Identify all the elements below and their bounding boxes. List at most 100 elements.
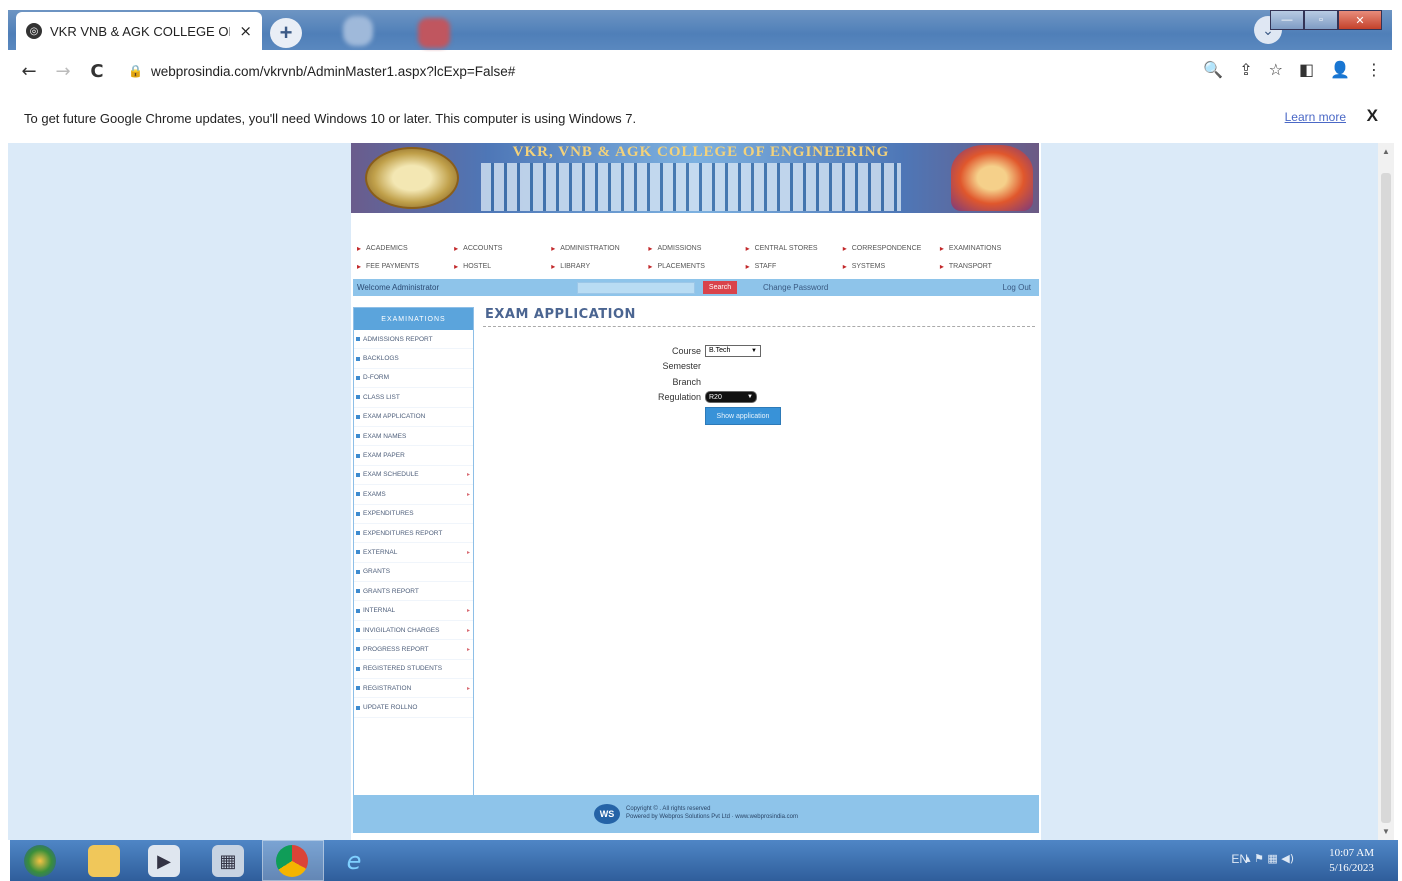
reload-icon[interactable]: C bbox=[84, 61, 110, 82]
side-panel-icon[interactable]: ◧ bbox=[1299, 60, 1314, 79]
bullet-icon bbox=[356, 434, 360, 439]
sidebar-item[interactable]: REGISTRATION ▸ bbox=[354, 679, 473, 699]
copyright-text: Copyright © . All rights reserved bbox=[626, 806, 711, 813]
bookmark-star-icon[interactable]: ☆ bbox=[1269, 60, 1283, 79]
sidebar-item-label: CLASS LIST bbox=[363, 393, 400, 401]
vertical-scrollbar[interactable]: ▲ ▼ bbox=[1378, 143, 1394, 840]
regulation-select[interactable]: R20 ▼ bbox=[705, 391, 757, 404]
forward-arrow-icon[interactable]: → bbox=[50, 61, 76, 82]
learn-more-link[interactable]: Learn more bbox=[1285, 110, 1346, 124]
url-field[interactable]: webprosindia.com/vkrvnb/AdminMaster1.asp… bbox=[151, 64, 515, 79]
tab-close-icon[interactable]: × bbox=[239, 22, 252, 40]
menu-item[interactable]: ▸ ACADEMICS bbox=[357, 244, 454, 253]
infobar-message: To get future Google Chrome updates, you… bbox=[24, 110, 637, 126]
menu-item[interactable]: ▸ TRANSPORT bbox=[940, 262, 1037, 271]
page-title: EXAM APPLICATION bbox=[485, 307, 636, 322]
scroll-up-icon[interactable]: ▲ bbox=[1382, 147, 1390, 156]
menu-item[interactable]: ▸ EXAMINATIONS bbox=[940, 244, 1037, 253]
file-explorer-icon[interactable] bbox=[88, 845, 120, 877]
menu-bullet-icon: ▸ bbox=[648, 243, 653, 253]
menu-item[interactable]: ▸ CENTRAL STORES bbox=[746, 244, 843, 253]
new-tab-button[interactable]: + bbox=[270, 18, 302, 48]
show-application-button[interactable]: Show application bbox=[705, 407, 781, 425]
branch-row: Branch bbox=[641, 374, 781, 390]
back-arrow-icon[interactable]: ← bbox=[16, 61, 42, 82]
course-select[interactable]: B.Tech ▼ bbox=[705, 344, 761, 357]
menu-kebab-icon[interactable]: ⋮ bbox=[1366, 60, 1382, 79]
bullet-icon bbox=[356, 492, 360, 497]
sidebar-item[interactable]: ADMISSIONS REPORT bbox=[354, 330, 473, 350]
profile-icon[interactable]: 👤 bbox=[1330, 60, 1350, 79]
scrollbar-thumb[interactable] bbox=[1381, 173, 1391, 823]
menu-bullet-icon: ▸ bbox=[357, 261, 362, 271]
sidebar-item[interactable]: UPDATE ROLLNO bbox=[354, 698, 473, 718]
maximize-button[interactable]: ▫ bbox=[1304, 10, 1338, 30]
menu-item[interactable]: ▸ PLACEMENTS bbox=[648, 262, 745, 271]
sidebar-item[interactable]: GRANTS REPORT bbox=[354, 582, 473, 602]
menu-item[interactable]: ▸ ADMINISTRATION bbox=[551, 244, 648, 253]
browser-titlebar: ◎ VKR VNB & AGK COLLEGE OF E × + ⌄ — ▫ ✕ bbox=[8, 10, 1392, 50]
network-app-icon[interactable]: ▦ bbox=[212, 845, 244, 877]
sidebar-item[interactable]: D-FORM bbox=[354, 369, 473, 389]
sidebar-item[interactable]: EXAM NAMES bbox=[354, 427, 473, 447]
menu-item-label: ACCOUNTS bbox=[463, 244, 503, 252]
menu-bullet-icon: ▸ bbox=[939, 243, 944, 253]
blurred-tab-icon bbox=[343, 16, 373, 46]
menu-item-label: STAFF bbox=[754, 262, 777, 270]
sidebar-item[interactable]: EXTERNAL ▸ bbox=[354, 543, 473, 563]
sidebar-item[interactable]: PROGRESS REPORT ▸ bbox=[354, 640, 473, 660]
share-icon[interactable]: ⇪ bbox=[1239, 60, 1252, 79]
menu-item[interactable]: ▸ SYSTEMS bbox=[843, 262, 940, 271]
semester-label: Semester bbox=[662, 361, 701, 372]
search-button[interactable]: Search bbox=[703, 281, 737, 294]
sidebar-item-label: EXAMS bbox=[363, 490, 386, 498]
menu-item[interactable]: ▸ FEE PAYMENTS bbox=[357, 262, 454, 271]
welcome-text: Welcome Administrator bbox=[357, 283, 440, 292]
sidebar-item[interactable]: REGISTERED STUDENTS bbox=[354, 660, 473, 680]
regulation-row: Regulation R20 ▼ bbox=[641, 390, 781, 406]
sidebar-item[interactable]: EXPENDITURES REPORT bbox=[354, 524, 473, 544]
start-button-icon[interactable] bbox=[24, 845, 56, 877]
menu-bullet-icon: ▸ bbox=[454, 243, 459, 253]
sidebar-item[interactable]: INTERNAL ▸ bbox=[354, 601, 473, 621]
sidebar-item[interactable]: EXAMS ▸ bbox=[354, 485, 473, 505]
logout-link[interactable]: Log Out bbox=[1003, 283, 1031, 292]
browser-tab[interactable]: ◎ VKR VNB & AGK COLLEGE OF E × bbox=[16, 12, 262, 50]
menu-bullet-icon: ▸ bbox=[648, 261, 653, 271]
sidebar-item[interactable]: EXAM APPLICATION bbox=[354, 408, 473, 427]
menu-item[interactable]: ▸ ACCOUNTS bbox=[454, 244, 551, 253]
sidebar-item[interactable]: GRANTS bbox=[354, 563, 473, 583]
media-player-icon[interactable]: ▶ bbox=[148, 845, 180, 877]
menu-item[interactable]: ▸ HOSTEL bbox=[454, 262, 551, 271]
zoom-icon[interactable]: 🔍 bbox=[1203, 60, 1223, 79]
sidebar-item[interactable]: EXPENDITURES bbox=[354, 505, 473, 524]
bullet-icon bbox=[356, 414, 360, 419]
sidebar-item[interactable]: BACKLOGS bbox=[354, 349, 473, 369]
sidebar-item[interactable]: INVIGILATION CHARGES ▸ bbox=[354, 621, 473, 641]
change-password-link[interactable]: Change Password bbox=[763, 283, 828, 292]
sidebar-item[interactable]: CLASS LIST bbox=[354, 388, 473, 408]
menu-item-label: ADMINISTRATION bbox=[560, 244, 620, 252]
menu-item[interactable]: ▸ STAFF bbox=[746, 262, 843, 271]
internet-explorer-icon[interactable]: e bbox=[338, 845, 370, 877]
sidebar-item[interactable]: EXAM PAPER bbox=[354, 446, 473, 466]
sidebar-item[interactable]: EXAM SCHEDULE ▸ bbox=[354, 466, 473, 486]
lock-icon[interactable]: 🔒 bbox=[128, 64, 143, 78]
bullet-icon bbox=[356, 356, 360, 361]
search-input[interactable] bbox=[577, 281, 695, 294]
footer-text: Copyright © . All rights reserved Powere… bbox=[626, 806, 798, 822]
window-close-button[interactable]: ✕ bbox=[1338, 10, 1382, 30]
scroll-down-icon[interactable]: ▼ bbox=[1382, 827, 1390, 836]
menu-item[interactable]: ▸ CORRESPONDENCE bbox=[843, 244, 940, 253]
sidebar-item-label: REGISTRATION bbox=[363, 684, 412, 692]
course-row: Course B.Tech ▼ bbox=[641, 343, 781, 359]
menu-item[interactable]: ▸ ADMISSIONS bbox=[648, 244, 745, 253]
window-controls: — ▫ ✕ bbox=[1270, 10, 1382, 30]
clock[interactable]: 10:07 AM 5/16/2023 bbox=[1329, 846, 1374, 876]
infobar-close-icon[interactable]: X bbox=[1367, 106, 1378, 126]
chrome-icon[interactable] bbox=[276, 845, 308, 877]
minimize-button[interactable]: — bbox=[1270, 10, 1304, 30]
bullet-icon bbox=[356, 589, 360, 594]
menu-item[interactable]: ▸ LIBRARY bbox=[551, 262, 648, 271]
system-tray-icons[interactable]: ▴ ⚑ ▦ ◀) bbox=[1245, 852, 1294, 865]
